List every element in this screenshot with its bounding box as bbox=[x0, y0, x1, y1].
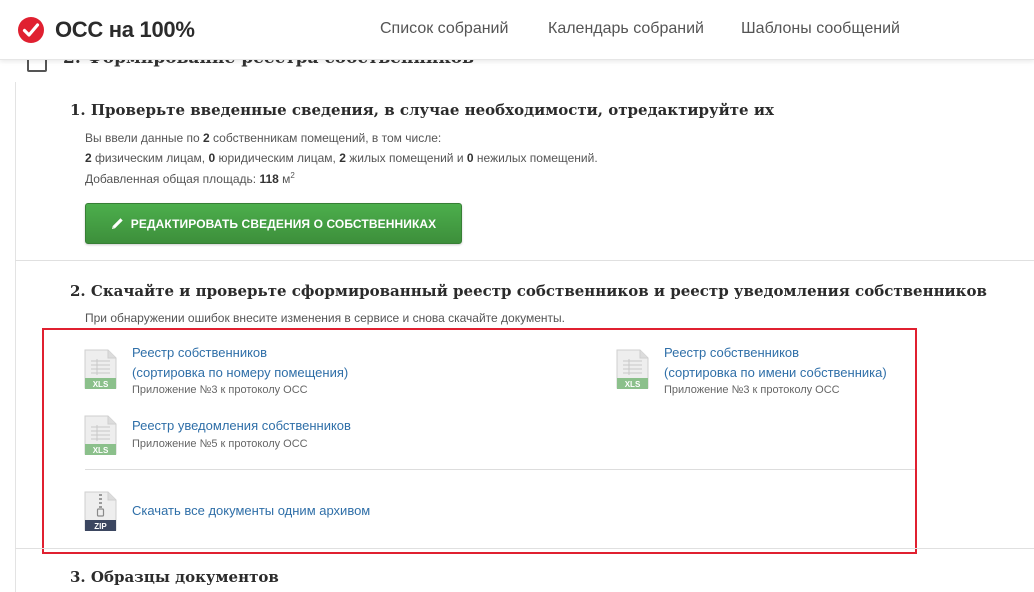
residential-count: 2 bbox=[339, 151, 346, 165]
area-exponent: 2 bbox=[290, 171, 295, 180]
legal-count: 0 bbox=[208, 151, 216, 165]
owners-summary: Вы ввели данные по 2 собственникам помещ… bbox=[85, 131, 442, 145]
area-summary: Добавленная общая площадь: 118 м2 bbox=[85, 171, 295, 186]
logo[interactable]: ОСС на 100% bbox=[17, 14, 195, 46]
doc-owners-by-name-sub: Приложение №3 к протоколу ОСС bbox=[664, 384, 840, 396]
section-divider bbox=[15, 548, 1034, 549]
nav-meetings-calendar[interactable]: Календарь собраний bbox=[548, 20, 704, 38]
xls-file-icon: XLS bbox=[84, 415, 117, 455]
download-all-archive-link[interactable]: Скачать все документы одним архивом bbox=[132, 501, 370, 521]
nav-meetings-list[interactable]: Список собраний bbox=[380, 20, 508, 38]
svg-text:XLS: XLS bbox=[93, 446, 109, 455]
nav-message-templates[interactable]: Шаблоны сообщений bbox=[741, 20, 900, 38]
xls-file-icon: XLS bbox=[616, 349, 649, 389]
doc-owners-by-room-sub: Приложение №3 к протоколу ОСС bbox=[132, 384, 308, 396]
pencil-icon bbox=[111, 218, 123, 229]
svg-text:ZIP: ZIP bbox=[94, 522, 107, 531]
section1-title: 1. Проверьте введенные сведения, в случа… bbox=[70, 101, 774, 119]
xls-file-icon: XLS bbox=[84, 349, 117, 389]
zip-file-icon: ZIP bbox=[84, 491, 117, 531]
area-value: 118 bbox=[259, 172, 279, 186]
docs-divider bbox=[85, 469, 915, 470]
section2-title: 2. Скачайте и проверьте сформированный р… bbox=[70, 282, 987, 300]
check-badge-icon bbox=[18, 17, 44, 43]
owners-count: 2 bbox=[202, 131, 210, 145]
doc-notification-registry-sub: Приложение №5 к протоколу ОСС bbox=[132, 438, 308, 450]
doc-owners-by-name-link-sort[interactable]: (сортировка по имени собственника) bbox=[664, 363, 887, 383]
section-divider bbox=[15, 260, 1034, 261]
doc-notification-registry-link[interactable]: Реестр уведомления собственников bbox=[132, 416, 351, 436]
logo-text: ОСС на 100% bbox=[55, 17, 195, 42]
svg-text:XLS: XLS bbox=[93, 380, 109, 389]
top-header: ОСС на 100% Список собраний Календарь со… bbox=[0, 0, 1034, 60]
doc-owners-by-room-link[interactable]: Реестр собственников bbox=[132, 343, 267, 363]
doc-owners-by-room-link-sort[interactable]: (сортировка по номеру помещения) bbox=[132, 363, 348, 383]
section2-hint: При обнаружении ошибок внесите изменения… bbox=[85, 311, 565, 325]
individuals-count: 2 bbox=[85, 151, 92, 165]
svg-text:XLS: XLS bbox=[625, 380, 641, 389]
section3-title: 3. Образцы документов bbox=[70, 568, 279, 586]
doc-owners-by-name-link[interactable]: Реестр собственников bbox=[664, 343, 799, 363]
edit-owners-button[interactable]: Редактировать сведения о собственниках bbox=[85, 203, 462, 244]
nonresidential-count: 0 bbox=[466, 151, 474, 165]
owners-breakdown: 2 физическим лицам, 0 юридическим лицам,… bbox=[85, 151, 598, 165]
